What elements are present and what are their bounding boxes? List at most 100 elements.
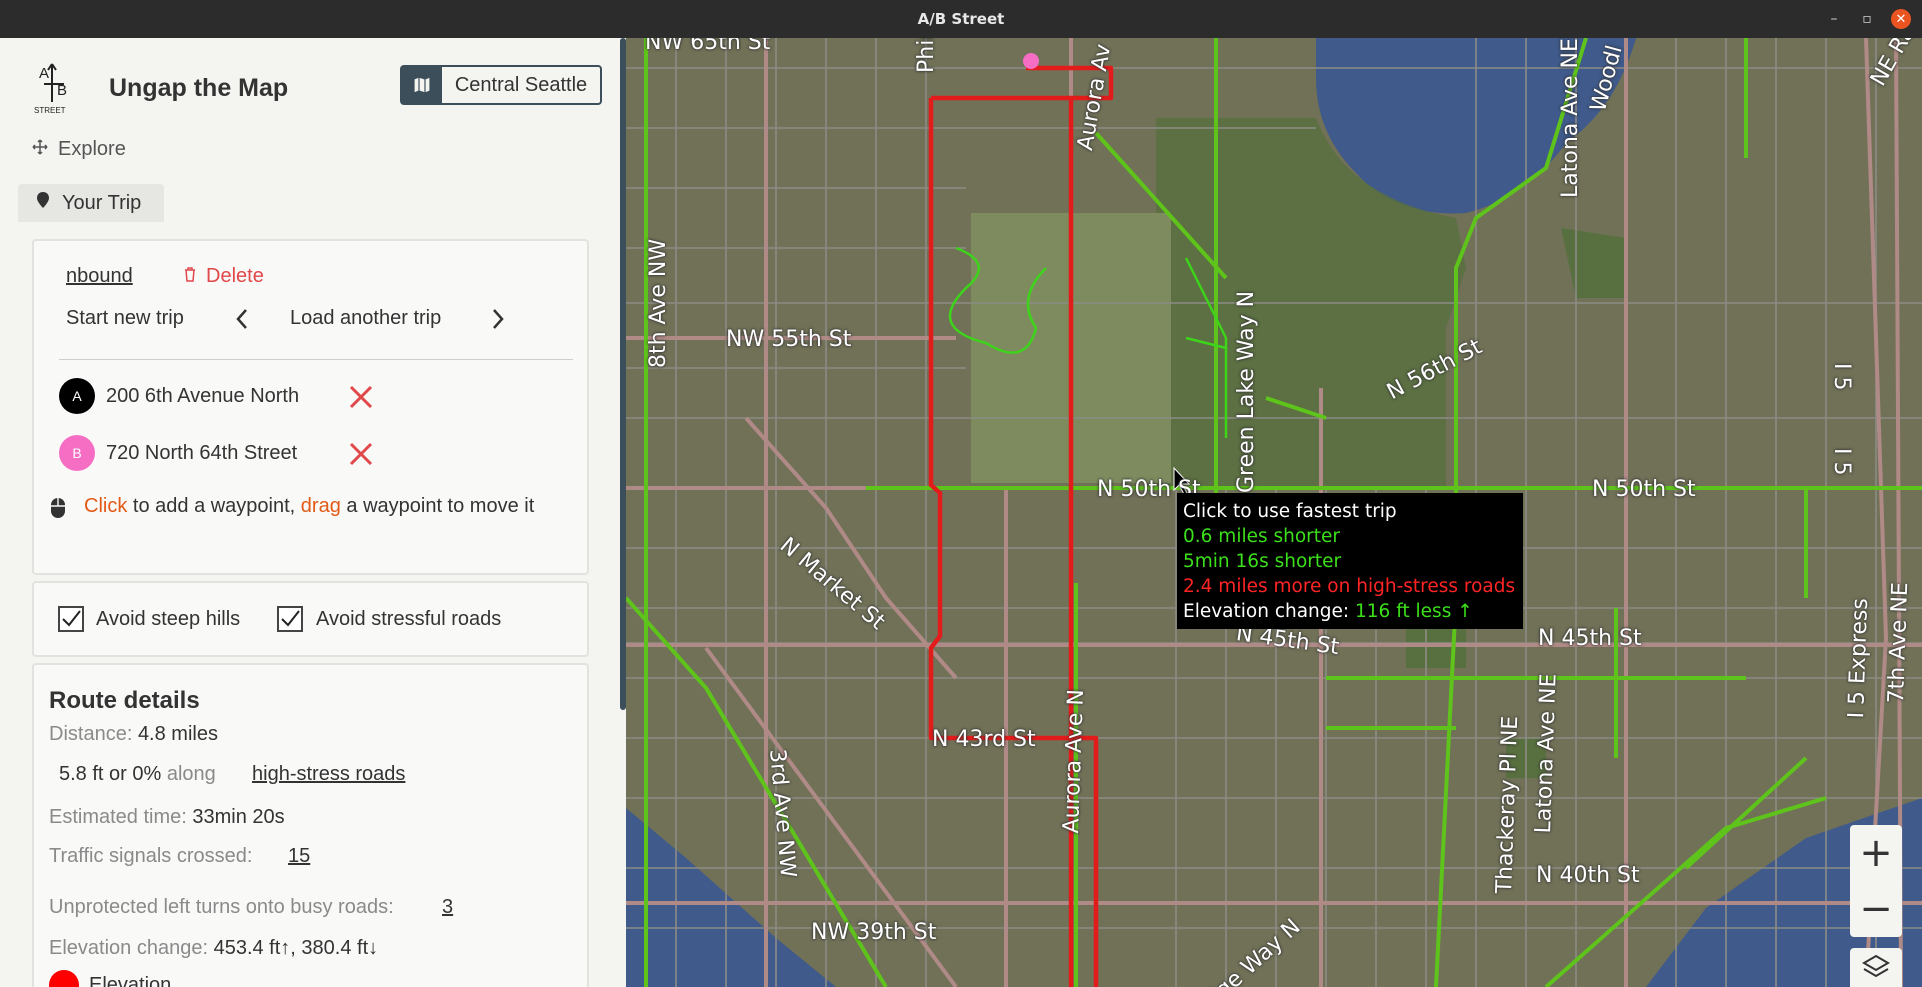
explore-label: Explore	[58, 138, 126, 160]
checkmark-icon	[281, 610, 300, 627]
street-label-i5-express: I 5 Express	[1844, 597, 1874, 719]
waypoint-address-b[interactable]: 720 North 64th Street	[106, 442, 297, 465]
close-window-button[interactable]: ✕	[1891, 9, 1911, 29]
avoid-hills-checkbox[interactable]	[58, 606, 84, 632]
previous-trip-button[interactable]	[234, 307, 250, 336]
tooltip-line-3: 5min 16s shorter	[1183, 551, 1342, 572]
delete-trip-button[interactable]: Delete	[184, 265, 264, 288]
trip-card: nbound Delete Start new trip Load anothe…	[32, 239, 589, 575]
hint-part-2: a waypoint to move it	[340, 495, 535, 517]
route-details-card: Route details Distance: 4.8 miles 5.8 ft…	[32, 663, 589, 987]
region-button[interactable]: Central Seattle	[400, 65, 602, 105]
logo-caption: STREET	[34, 106, 66, 115]
street-label-aurora-ave: Aurora Ave N	[1059, 688, 1090, 834]
remove-waypoint-a-icon[interactable]	[348, 384, 374, 410]
zoom-controls: + −	[1850, 825, 1902, 937]
waypoint-marker-a[interactable]: A	[59, 378, 95, 414]
logo-a-letter: A	[39, 65, 49, 82]
street-label-green-lake: Green Lake Way N	[1234, 290, 1259, 493]
elevation-label: Elevation change:	[49, 937, 209, 959]
avoid-stress-label[interactable]: Avoid stressful roads	[316, 608, 501, 631]
avoid-stress-checkbox[interactable]	[277, 606, 303, 632]
tooltip-elev-label: Elevation change:	[1183, 601, 1356, 622]
map-icon	[402, 67, 442, 103]
elevation-row: Elevation change: 453.4 ft↑, 380.4 ft↓	[49, 937, 378, 960]
street-label-7th-ave: 7th Ave NE	[1884, 581, 1914, 704]
layers-button[interactable]	[1850, 948, 1902, 987]
signals-value-link[interactable]: 15	[288, 845, 310, 868]
zoom-in-button[interactable]: +	[1850, 825, 1902, 881]
street-label-nw39: NW 39th St	[811, 920, 937, 945]
remove-waypoint-b-icon[interactable]	[348, 441, 374, 467]
distance-row: Distance: 4.8 miles	[49, 723, 218, 746]
load-another-trip-button[interactable]: Load another trip	[290, 307, 441, 330]
explore-tab[interactable]: Explore	[32, 138, 126, 161]
tooltip-line-2: 0.6 miles shorter	[1183, 526, 1341, 547]
delete-label: Delete	[206, 265, 264, 287]
route-comparison-tooltip: Click to use fastest trip 0.6 miles shor…	[1177, 493, 1523, 629]
region-label: Central Seattle	[454, 73, 588, 96]
hint-drag-word: drag	[300, 495, 341, 517]
trash-icon	[184, 265, 196, 288]
map-canvas[interactable]: NW 65th St Phin Aurora Av 8th Ave NW NW …	[626, 38, 1922, 987]
trip-name-link[interactable]: nbound	[66, 265, 133, 288]
app-title: Ungap the Map	[109, 74, 289, 102]
trip-divider	[59, 359, 573, 360]
move-arrows-icon	[32, 138, 48, 161]
chevron-left-icon	[236, 309, 247, 329]
waypoint-marker-b[interactable]: B	[59, 435, 95, 471]
street-label-nw55: NW 55th St	[726, 327, 852, 352]
distance-value: 4.8 miles	[137, 723, 218, 745]
street-label-n45-b: N 45th St	[1538, 626, 1642, 651]
street-label-nw65: NW 65th St	[645, 38, 771, 55]
stress-row: 5.8 ft or 0% along	[59, 763, 216, 786]
minimize-button[interactable]: –	[1824, 9, 1844, 29]
time-value: 33min 20s	[192, 806, 285, 828]
street-label-i5-b: I 5	[1829, 448, 1854, 476]
hint-click-word: Click	[84, 495, 128, 517]
chevron-right-icon	[493, 309, 504, 329]
route-details-heading: Route details	[49, 687, 200, 714]
tooltip-line-5: Elevation change: 116 ft less ↑	[1183, 599, 1517, 624]
window-titlebar: A/B Street	[0, 0, 1922, 38]
street-label-i5-a: I 5	[1829, 363, 1854, 391]
tooltip-line-1: Click to use fastest trip	[1183, 501, 1397, 522]
street-label-n40: N 40th St	[1536, 863, 1640, 888]
signals-label: Traffic signals crossed:	[49, 845, 253, 867]
options-card: Avoid steep hills Avoid stressful roads	[32, 581, 589, 657]
left-turns-value-link[interactable]: 3	[442, 896, 453, 919]
time-label: Estimated time:	[49, 806, 187, 828]
next-trip-button[interactable]	[490, 307, 506, 336]
street-label-n43: N 43rd St	[932, 727, 1036, 752]
tooltip-elev-value: 116 ft less ↑	[1355, 601, 1473, 622]
stress-along: along	[161, 763, 216, 785]
distance-label: Distance:	[49, 723, 133, 745]
street-label-n50-b: N 50th St	[1592, 477, 1696, 502]
left-turns-label: Unprotected left turns onto busy roads:	[49, 896, 394, 918]
layers-icon	[1862, 954, 1890, 978]
elevation-legend-label: Elevation	[89, 974, 172, 987]
tooltip-line-4: 2.4 miles more on high-stress roads	[1183, 576, 1516, 597]
your-trip-label: Your Trip	[62, 191, 142, 214]
waypoint-hint: Click to add a waypoint, drag a waypoint…	[84, 495, 534, 518]
avoid-hills-label[interactable]: Avoid steep hills	[96, 608, 240, 631]
hint-part-1: to add a waypoint,	[127, 495, 301, 517]
waypoint-address-a[interactable]: 200 6th Avenue North	[106, 385, 299, 408]
start-new-trip-button[interactable]: Start new trip	[66, 307, 184, 330]
checkmark-icon	[62, 610, 81, 627]
window-title: A/B Street	[917, 10, 1005, 28]
street-label-latona-top: Latona Ave NE	[1558, 38, 1583, 198]
street-label-8th-ave: 8th Ave NW	[646, 238, 671, 368]
side-panel: A B STREET Ungap the Map Central Seattle…	[0, 38, 626, 987]
high-stress-roads-link[interactable]: high-stress roads	[252, 763, 405, 786]
zoom-out-button[interactable]: −	[1850, 881, 1902, 937]
elevation-value: 453.4 ft↑, 380.4 ft↓	[213, 937, 379, 959]
street-label-phin: Phin	[914, 38, 939, 73]
maximize-button[interactable]: ▫	[1857, 9, 1877, 29]
time-row: Estimated time: 33min 20s	[49, 806, 285, 829]
location-pin-icon	[36, 191, 50, 215]
elevation-legend-swatch	[49, 970, 79, 987]
your-trip-tab[interactable]: Your Trip	[18, 184, 164, 222]
stress-value: 5.8 ft or 0%	[59, 763, 162, 785]
abstreet-logo[interactable]: A B STREET	[30, 60, 82, 115]
